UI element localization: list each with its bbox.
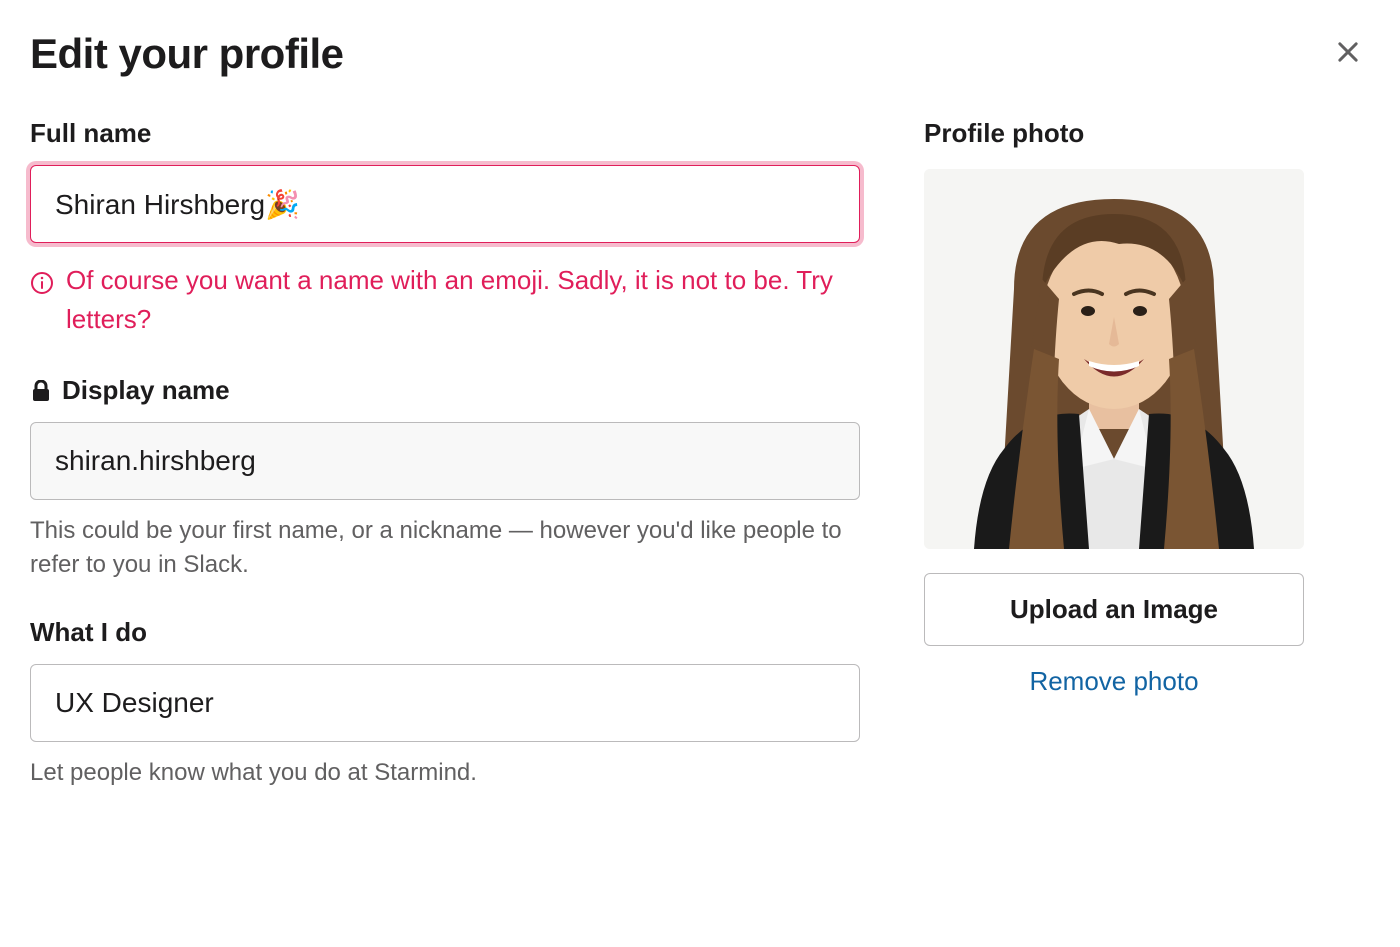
- display-name-label-text: Display name: [62, 375, 230, 406]
- what-i-do-input[interactable]: [30, 664, 860, 742]
- profile-photo-preview: [924, 169, 1304, 549]
- photo-label: Profile photo: [924, 118, 1304, 149]
- photo-column: Profile photo: [924, 118, 1304, 826]
- upload-image-button[interactable]: Upload an Image: [924, 573, 1304, 646]
- modal-header: Edit your profile: [30, 30, 1370, 78]
- full-name-label: Full name: [30, 118, 860, 149]
- full-name-error: Of course you want a name with an emoji.…: [30, 261, 860, 339]
- close-icon: [1334, 38, 1362, 69]
- display-name-label: Display name: [30, 375, 860, 406]
- remove-photo-link[interactable]: Remove photo: [924, 666, 1304, 697]
- modal-title: Edit your profile: [30, 30, 344, 78]
- what-i-do-label: What I do: [30, 617, 860, 648]
- display-name-help: This could be your first name, or a nick…: [30, 514, 860, 581]
- content-grid: Full name Of course you want a name with…: [30, 118, 1370, 826]
- form-column: Full name Of course you want a name with…: [30, 118, 860, 826]
- what-i-do-help: Let people know what you do at Starmind.: [30, 756, 860, 790]
- full-name-input[interactable]: [30, 165, 860, 243]
- avatar: [924, 169, 1304, 549]
- close-button[interactable]: [1326, 30, 1370, 77]
- lock-icon: [30, 380, 52, 402]
- info-icon: [30, 267, 54, 306]
- display-name-field-group: Display name This could be your first na…: [30, 375, 860, 581]
- what-i-do-field-group: What I do Let people know what you do at…: [30, 617, 860, 790]
- full-name-error-text: Of course you want a name with an emoji.…: [66, 261, 860, 339]
- display-name-input[interactable]: [30, 422, 860, 500]
- full-name-field-group: Full name Of course you want a name with…: [30, 118, 860, 339]
